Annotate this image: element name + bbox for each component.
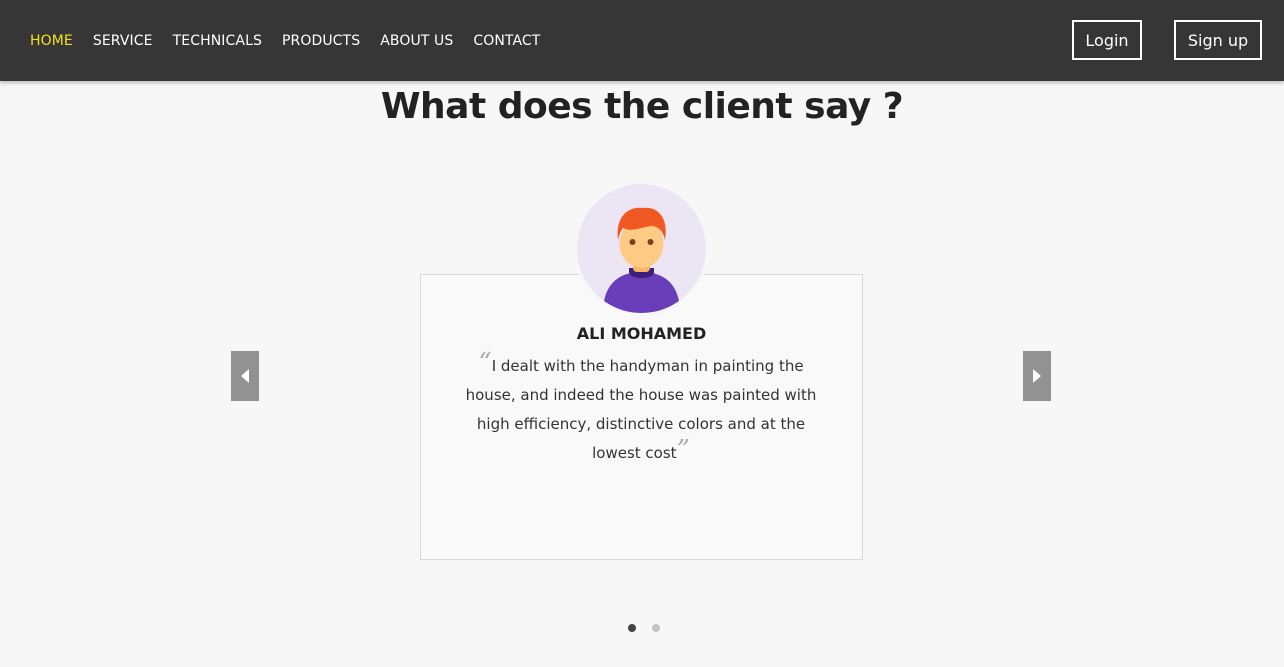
client-avatar-illustration <box>577 184 706 313</box>
navbar: HOME SERVICE TECHNICALS PRODUCTS ABOUT U… <box>0 0 1284 81</box>
login-button[interactable]: Login <box>1072 20 1142 60</box>
testimonial-quote: “I dealt with the handyman in painting t… <box>458 350 824 468</box>
testimonial-quote-text: I dealt with the handyman in painting th… <box>465 357 817 462</box>
nav-link-home[interactable]: HOME <box>30 33 73 49</box>
next-slide-button[interactable] <box>1023 351 1051 401</box>
nav-link-contact[interactable]: CONTACT <box>473 33 540 49</box>
open-quote-mark: “ <box>478 348 492 378</box>
slide-dot-2[interactable] <box>652 624 660 632</box>
nav-link-about-us[interactable]: ABOUT US <box>380 33 453 49</box>
slide-dot-1[interactable] <box>628 624 636 632</box>
previous-slide-button[interactable] <box>231 351 259 401</box>
signup-button[interactable]: Sign up <box>1174 20 1262 60</box>
section-title: What does the client say ? <box>380 86 904 127</box>
client-name: ALI MOHAMED <box>576 324 707 343</box>
close-quote-mark: ” <box>676 435 690 465</box>
client-avatar <box>574 181 709 316</box>
nav-link-technicals[interactable]: TECHNICALS <box>173 33 262 49</box>
nav-link-products[interactable]: PRODUCTS <box>282 33 360 49</box>
caret-left-icon <box>241 369 249 383</box>
caret-right-icon <box>1033 369 1041 383</box>
nav-links: HOME SERVICE TECHNICALS PRODUCTS ABOUT U… <box>30 0 560 81</box>
nav-link-service[interactable]: SERVICE <box>93 33 153 49</box>
